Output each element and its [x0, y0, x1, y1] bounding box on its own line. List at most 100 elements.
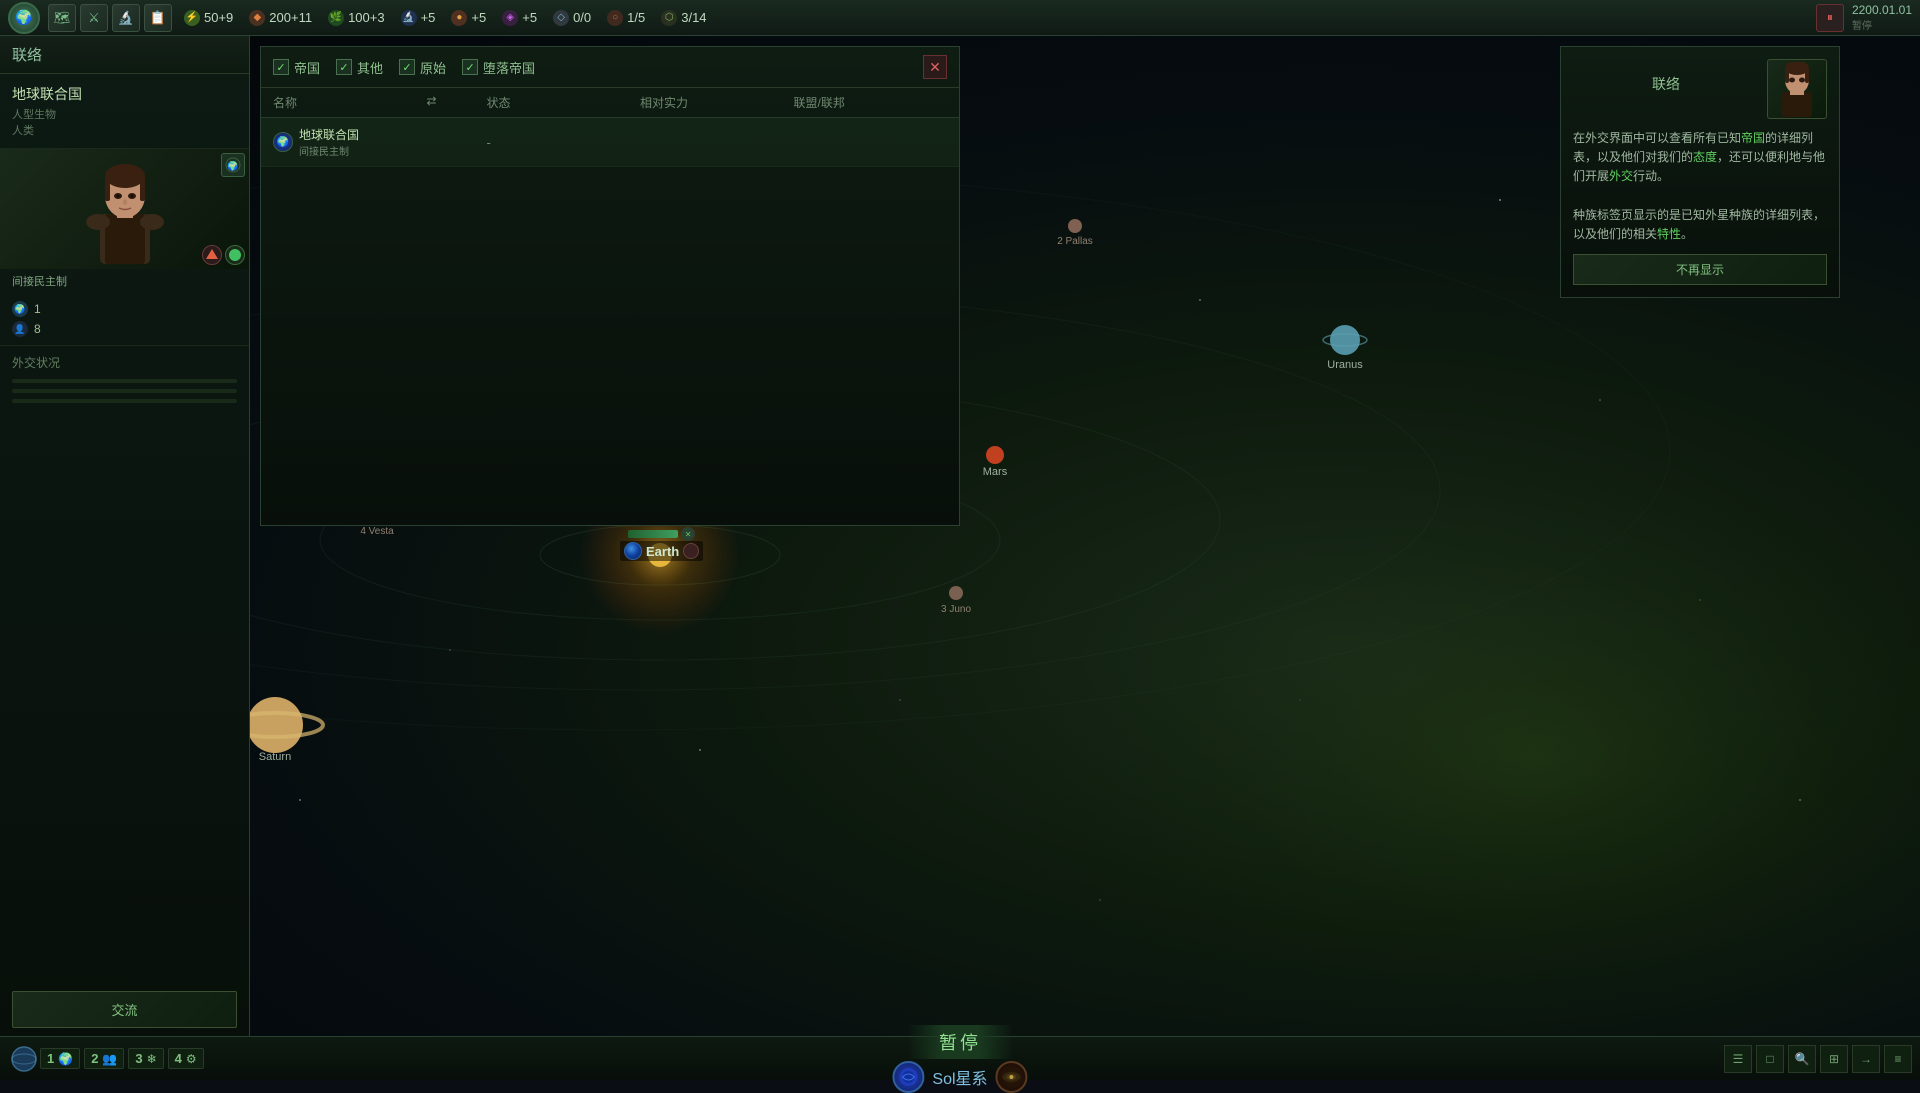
research-icon-btn[interactable]: 🔬 — [112, 4, 140, 32]
bottom-bar: 1 🌍 2 👥 3 ❄ 4 ⚙ 暂停 Sol星系 — [0, 1036, 1920, 1080]
svg-text:Saturn: Saturn — [259, 751, 291, 763]
queue-item-4[interactable]: 4 ⚙ — [168, 1048, 204, 1069]
empire-name: 地球联合国 — [12, 84, 237, 104]
top-bar: 🌍 🗺 ⚔ 🔬 📋 ⚡ 50+9 ◆ 200+11 🌿 100+3 🔬 +5 ●… — [0, 0, 1920, 36]
pop-bar-end-icon: ✕ — [681, 527, 695, 541]
queue-num-1: 1 — [47, 1051, 54, 1066]
status-bar-2 — [12, 389, 237, 393]
galaxy-map-icon[interactable] — [996, 1061, 1028, 1093]
earth-planet-icon — [624, 542, 642, 560]
status-bars — [12, 379, 237, 403]
left-panel: 联络 地球联合国 人型生物 人类 — [0, 36, 250, 1036]
br-icon-5[interactable]: → — [1852, 1045, 1880, 1073]
empire-row-gov-0: 间接民主制 — [299, 143, 359, 158]
avatar-svg — [1772, 62, 1822, 117]
svg-text:4 Vesta: 4 Vesta — [360, 526, 394, 537]
filter-primitive-label: 原始 — [420, 58, 446, 77]
diplomacy-status: 外交状况 — [0, 345, 249, 983]
br-icon-4[interactable]: ⊞ — [1820, 1045, 1848, 1073]
minerals-value: 200+11 — [269, 10, 312, 25]
pop-count-row: 👤 8 — [12, 321, 237, 337]
minerals-resource: ◆ 200+11 — [249, 10, 312, 26]
filter-primitive-checkbox[interactable]: ✓ — [399, 59, 415, 75]
system-info[interactable]: Sol星系 — [892, 1061, 1027, 1093]
system-icon-svg — [897, 1066, 919, 1088]
food-icon: 🌿 — [328, 10, 344, 26]
influence-icon: ◈ — [502, 10, 518, 26]
earth-name-label: Earth — [646, 544, 679, 559]
ethic-icon-2 — [225, 245, 245, 265]
sprawl-value: 3/14 — [681, 10, 706, 25]
pause-text: 暂停 — [939, 1033, 981, 1053]
leader-portrait[interactable]: 🌍 — [0, 149, 249, 269]
pause-banner: 暂停 — [907, 1025, 1013, 1059]
alloys-resource: ◇ 0/0 — [553, 10, 591, 26]
col-name: 名称 — [273, 94, 427, 111]
no-show-button[interactable]: 不再显示 — [1573, 254, 1827, 285]
influence-resource: ◈ +5 — [502, 10, 537, 26]
ethic-icon-1 — [202, 245, 222, 265]
influence-value: +5 — [522, 10, 537, 25]
queue-item-2[interactable]: 2 👥 — [84, 1048, 124, 1069]
br-icon-2[interactable]: □ — [1756, 1045, 1784, 1073]
col-alliance: 联盟/联邦 — [794, 94, 948, 111]
alloys-icon: ◇ — [553, 10, 569, 26]
filter-fallen-label: 堕落帝国 — [483, 58, 535, 77]
filter-fallen[interactable]: ✓ 堕落帝国 — [462, 58, 535, 77]
resource-bar: ⚡ 50+9 ◆ 200+11 🌿 100+3 🔬 +5 ● +5 ◈ +5 ◇… — [184, 10, 1816, 26]
queue-item-1[interactable]: 1 🌍 — [40, 1048, 80, 1069]
planet-count: 1 — [34, 302, 41, 316]
filter-other[interactable]: ✓ 其他 — [336, 58, 383, 77]
empire-button[interactable]: 🌍 — [8, 2, 40, 34]
top-icons-group: 🗺 ⚔ 🔬 📋 — [48, 4, 172, 32]
empire-flag-0: 🌍 — [273, 132, 293, 152]
pop-stat-icon: 👤 — [12, 321, 28, 337]
exchange-button[interactable]: 交流 — [12, 991, 237, 1028]
planet-stats: 🌍 1 👤 8 — [0, 293, 249, 345]
system-icon-btn[interactable] — [892, 1061, 924, 1093]
planet-icon-svg — [10, 1045, 38, 1073]
filter-empire-checkbox[interactable]: ✓ — [273, 59, 289, 75]
empire-row-name-0: 🌍 地球联合国 间接民主制 — [273, 126, 427, 158]
svg-text:🌍: 🌍 — [227, 160, 238, 171]
event-icon-btn[interactable]: 📋 — [144, 4, 172, 32]
empire-type: 人型生物 — [12, 106, 237, 122]
right-info-panel: 联络 在外交界面中可以查看所有已知帝国的详细列表，以及他们对我们的态度，还可以便… — [1560, 46, 1840, 298]
map-icon-btn[interactable]: 🗺 — [48, 4, 76, 32]
system-name-label: Sol星系 — [932, 1065, 987, 1089]
planet-view-icon[interactable] — [8, 1043, 40, 1075]
close-button[interactable]: ✕ — [923, 55, 947, 79]
empire-info: 地球联合国 人型生物 人类 — [0, 74, 249, 149]
filter-empire-label: 帝国 — [294, 58, 320, 77]
pop-count: 8 — [34, 322, 41, 336]
earth-name-row[interactable]: Earth — [620, 541, 703, 561]
status-title: 外交状况 — [12, 354, 237, 371]
empire-row-0[interactable]: 🌍 地球联合国 间接民主制 - — [261, 118, 959, 167]
ethic-svg-1 — [204, 247, 220, 263]
svg-text:3 Juno: 3 Juno — [941, 604, 971, 615]
svg-text:2 Pallas: 2 Pallas — [1057, 236, 1093, 247]
bottom-left-icons — [8, 1043, 40, 1075]
queue-icon-1: 🌍 — [58, 1052, 73, 1066]
planet-stat-icon: 🌍 — [12, 301, 28, 317]
col-status: 状态 — [487, 94, 641, 111]
filter-other-checkbox[interactable]: ✓ — [336, 59, 352, 75]
energy-icon: ⚡ — [184, 10, 200, 26]
br-icon-3[interactable]: 🔍 — [1788, 1045, 1816, 1073]
filter-empire[interactable]: ✓ 帝国 — [273, 58, 320, 77]
military-icon-btn[interactable]: ⚔ — [80, 4, 108, 32]
queue-item-3[interactable]: 3 ❄ — [128, 1048, 163, 1069]
br-icon-1[interactable]: ☰ — [1724, 1045, 1752, 1073]
br-icon-6[interactable]: ≡ — [1884, 1045, 1912, 1073]
panel-title: 联络 — [0, 36, 249, 74]
window-header: ✓ 帝国 ✓ 其他 ✓ 原始 ✓ 堕落帝国 ✕ — [261, 47, 959, 88]
consumer-resource: ○ 1/5 — [607, 10, 645, 26]
pause-button[interactable]: ⏸ — [1816, 4, 1844, 32]
earth-action-icon[interactable] — [683, 543, 699, 559]
filter-fallen-checkbox[interactable]: ✓ — [462, 59, 478, 75]
queue-icon-2: 👥 — [102, 1052, 117, 1066]
leader-svg — [80, 154, 170, 264]
tech-resource: 🔬 +5 — [401, 10, 436, 26]
queue-icon-3: ❄ — [147, 1052, 157, 1066]
filter-primitive[interactable]: ✓ 原始 — [399, 58, 446, 77]
